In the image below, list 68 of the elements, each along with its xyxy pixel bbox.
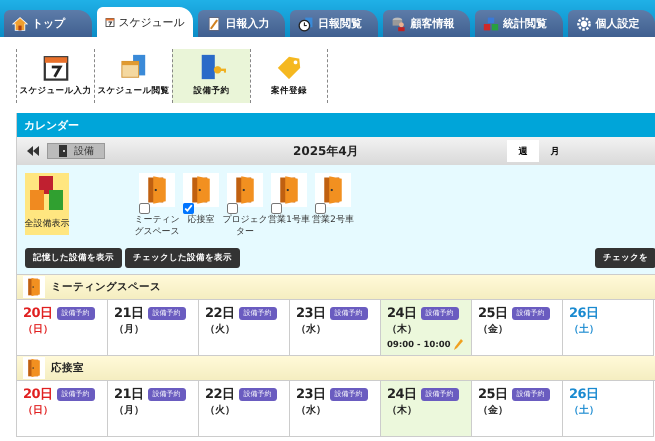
toolbar-button[interactable]: スケジュール入力: [16, 49, 94, 103]
equipment-button[interactable]: 設備: [47, 143, 105, 159]
calendar-icon: [42, 53, 70, 81]
nav-tab[interactable]: 日報閲覧: [290, 10, 378, 37]
day-number: 25日: [478, 386, 508, 403]
nav-tab[interactable]: 個人設定: [568, 10, 655, 37]
door-icon: [58, 145, 68, 157]
view-tab[interactable]: 月: [538, 140, 571, 162]
day-number: 21日: [114, 305, 144, 322]
weekday-label: （日）: [23, 404, 54, 417]
nav-tab[interactable]: トップ: [4, 10, 92, 37]
rewind-icon[interactable]: [27, 146, 39, 156]
equipment-name: 応接室: [51, 361, 84, 375]
nav-tab[interactable]: 統計閲覧: [475, 10, 562, 37]
nav-tab[interactable]: 日報入力: [198, 10, 285, 37]
panel-title: カレンダー: [24, 118, 79, 132]
toolbar-button[interactable]: 設備予約: [172, 49, 250, 103]
day-number: 22日: [205, 386, 235, 403]
weekday-label: （水）: [296, 404, 327, 417]
weekday-label: （日）: [23, 323, 54, 336]
house-icon: [12, 16, 28, 32]
person-database-icon: [390, 16, 406, 32]
day-number: 24日: [387, 305, 417, 322]
day-number: 21日: [114, 386, 144, 403]
check-button[interactable]: チェックを: [595, 248, 655, 268]
blocks-icon: [483, 16, 499, 32]
nav-tab[interactable]: スケジュール: [96, 7, 192, 37]
day-number: 23日: [296, 386, 326, 403]
day-number: 25日: [478, 305, 508, 322]
weekday-label: （木）: [387, 404, 418, 417]
settings-icon: [576, 16, 592, 32]
weekday-label: （木）: [387, 322, 418, 336]
weekday-label: （水）: [296, 322, 327, 336]
day-number: 20日: [23, 305, 53, 322]
day-number: 26日: [569, 305, 599, 322]
month-title: 2025年4月: [293, 142, 359, 160]
equipment-label: プロジェクター: [222, 214, 268, 240]
weekday-label: （火）: [205, 322, 236, 336]
show-equipment-button[interactable]: 記憶した設備を表示: [25, 248, 122, 268]
equipment-checkbox[interactable]: [226, 203, 238, 214]
equipment-label: 営業1号車: [267, 214, 311, 227]
day-number: 24日: [387, 386, 417, 403]
equipment-checkbox[interactable]: [138, 203, 150, 214]
equipment-checkbox[interactable]: [182, 203, 194, 214]
weekday-label: （金）: [478, 322, 509, 336]
day-number: 22日: [205, 305, 235, 322]
reservation-time[interactable]: 09:00 - 10:00: [387, 340, 451, 350]
day-number: 23日: [296, 305, 326, 322]
toolbar-button[interactable]: スケジュール閲覧: [94, 49, 172, 103]
day-number: 26日: [569, 386, 599, 403]
nav-tab[interactable]: 顧客情報: [382, 10, 470, 37]
show-equipment-button[interactable]: チェックした設備を表示: [125, 248, 240, 268]
clock-icon: [298, 16, 314, 32]
view-tab[interactable]: 週: [506, 140, 539, 162]
equipment-checkbox[interactable]: [314, 203, 326, 214]
weekday-label: （土）: [569, 404, 600, 417]
weekday-label: （月）: [114, 323, 145, 336]
weekday-label: （火）: [205, 404, 236, 417]
equipment-checkbox[interactable]: [270, 203, 282, 214]
equipment-label: 応接室: [186, 214, 216, 227]
toolbar-button[interactable]: 案件登録: [250, 49, 328, 103]
day-number: 20日: [23, 386, 53, 403]
weekday-label: （金）: [478, 404, 509, 417]
weekday-label: （土）: [569, 322, 600, 336]
equipment-name: ミーティングスペース: [51, 280, 161, 294]
equipment-label: ミーティングスペース: [134, 214, 180, 240]
weekday-label: （月）: [114, 404, 145, 417]
equipment-label: 営業2号車: [311, 214, 355, 227]
